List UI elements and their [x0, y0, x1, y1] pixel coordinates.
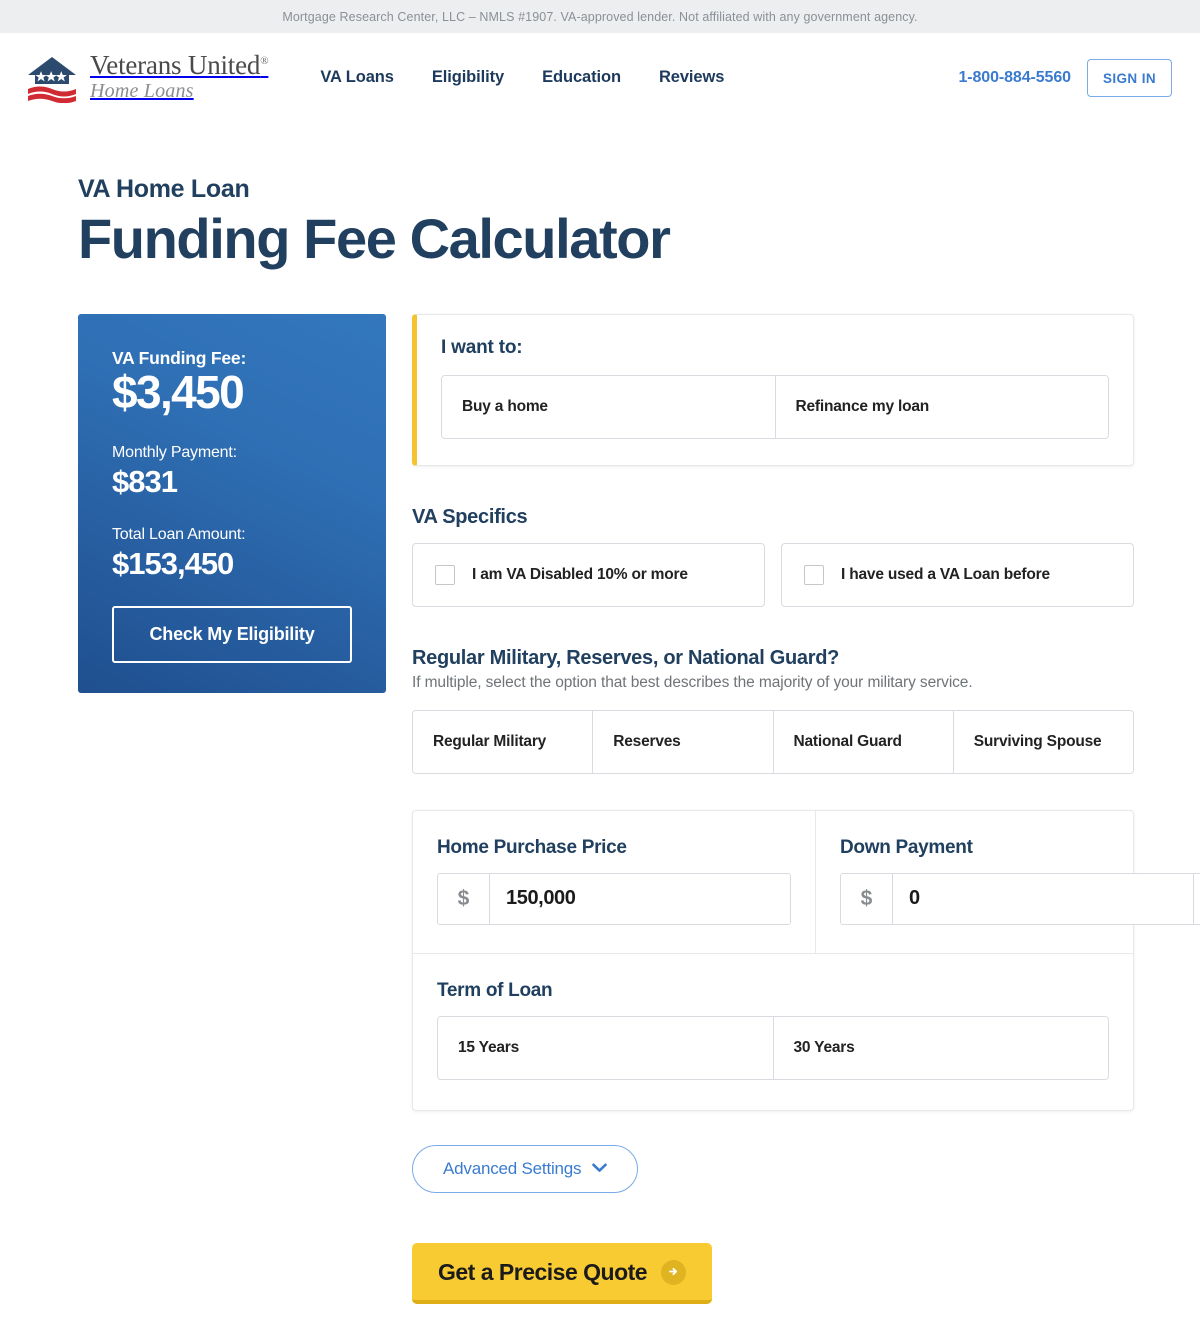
- intent-option-buy[interactable]: Buy a home: [442, 375, 776, 438]
- checkbox-icon[interactable]: [804, 564, 824, 585]
- checkbox-icon[interactable]: [435, 564, 455, 585]
- advanced-settings-label: Advanced Settings: [443, 1158, 582, 1178]
- monthly-payment-label: Monthly Payment:: [112, 444, 237, 462]
- logo-line-1: Veterans United®: [90, 50, 269, 81]
- dollar-sign-icon: $: [438, 873, 490, 924]
- header-actions: 1-800-884-5560 SIGN IN: [958, 58, 1172, 97]
- dollar-sign-icon: $: [841, 873, 893, 924]
- va-specifics-options: I am VA Disabled 10% or more I have used…: [412, 542, 1134, 607]
- term-option-30-years[interactable]: 30 Years: [773, 1016, 1108, 1079]
- nav-item-reviews[interactable]: Reviews: [659, 68, 724, 87]
- funding-fee-value: $3,450: [112, 365, 245, 418]
- checkbox-va-disabled-label: I am VA Disabled 10% or more: [472, 565, 688, 583]
- total-loan-label: Total Loan Amount:: [112, 526, 246, 544]
- site-logo[interactable]: Veterans United® Home Loans: [24, 50, 269, 103]
- cta-label: Get a Precise Quote: [438, 1258, 648, 1285]
- down-payment-label: Down Payment: [840, 836, 973, 858]
- check-my-eligibility-button[interactable]: Check My Eligibility: [112, 606, 352, 664]
- results-panel: VA Funding Fee: $3,450 Monthly Payment: …: [78, 313, 386, 694]
- checkbox-used-va-loan-label: I have used a VA Loan before: [841, 565, 1050, 583]
- down-payment-input-group: $ ▲ % ▼: [840, 872, 1200, 925]
- advanced-settings-button[interactable]: Advanced Settings: [412, 1144, 639, 1193]
- site-header: Veterans United® Home Loans VA Loans Eli…: [0, 33, 1200, 123]
- disclaimer-text: Mortgage Research Center, LLC – NMLS #19…: [282, 9, 918, 24]
- page-eyebrow: VA Home Loan: [78, 175, 250, 203]
- get-a-precise-quote-button[interactable]: Get a Precise Quote: [412, 1242, 713, 1304]
- service-type-subtitle: If multiple, select the option that best…: [412, 673, 973, 691]
- nav-item-education[interactable]: Education: [542, 68, 621, 87]
- registered-mark: ®: [260, 55, 269, 68]
- intent-option-refinance[interactable]: Refinance my loan: [775, 375, 1108, 438]
- page-title: Funding Fee Calculator: [78, 207, 671, 270]
- calculator-form: I want to: Buy a home Refinance my loan …: [412, 313, 1200, 1304]
- home-purchase-price-label: Home Purchase Price: [437, 836, 627, 858]
- nav-item-eligibility[interactable]: Eligibility: [432, 68, 504, 87]
- term-of-loan-label: Term of Loan: [437, 979, 553, 1001]
- cta-section: Get a Precise Quote: [412, 1242, 1134, 1304]
- service-option-national-guard[interactable]: National Guard: [773, 710, 954, 773]
- down-payment-percent-input[interactable]: [1193, 873, 1200, 924]
- down-payment-amount-input[interactable]: [893, 873, 1193, 924]
- intent-title: I want to:: [441, 336, 523, 358]
- nav-item-va-loans[interactable]: VA Loans: [320, 68, 394, 87]
- home-purchase-price-input[interactable]: [490, 873, 790, 924]
- service-option-regular-military[interactable]: Regular Military: [413, 710, 594, 773]
- veterans-united-house-icon: [24, 53, 80, 103]
- page-heading: VA Home Loan Funding Fee Calculator: [0, 123, 1200, 270]
- amounts-card: Home Purchase Price $ Down Payment $ ▲: [412, 809, 1200, 1111]
- home-purchase-price-input-group: $: [437, 872, 791, 925]
- chevron-down-icon: [592, 1162, 608, 1175]
- checkbox-va-disabled[interactable]: I am VA Disabled 10% or more: [412, 542, 765, 607]
- main-navigation: VA Loans Eligibility Education Reviews: [320, 68, 724, 87]
- service-option-reserves[interactable]: Reserves: [593, 710, 774, 773]
- term-of-loan-field: Term of Loan 15 Years 30 Years: [413, 952, 1133, 1110]
- down-payment-field: Down Payment $ ▲ % ▼: [816, 811, 1200, 953]
- home-purchase-price-field: Home Purchase Price $: [413, 810, 816, 953]
- service-type-options: Regular Military Reserves National Guard…: [412, 709, 1134, 774]
- intent-card: I want to: Buy a home Refinance my loan: [412, 313, 1134, 466]
- term-option-15-years[interactable]: 15 Years: [438, 1016, 774, 1079]
- sign-in-button[interactable]: SIGN IN: [1086, 58, 1172, 97]
- calculator-layout: VA Funding Fee: $3,450 Monthly Payment: …: [0, 270, 1200, 1304]
- term-of-loan-options: 15 Years 30 Years: [437, 1015, 1109, 1080]
- service-option-surviving-spouse[interactable]: Surviving Spouse: [953, 710, 1133, 773]
- logo-text: Veterans United® Home Loans: [90, 50, 269, 103]
- disclaimer-bar: Mortgage Research Center, LLC – NMLS #19…: [0, 0, 1200, 33]
- va-specifics-heading: VA Specifics: [412, 505, 528, 528]
- checkbox-used-va-loan[interactable]: I have used a VA Loan before: [781, 542, 1134, 607]
- phone-number-link[interactable]: 1-800-884-5560: [958, 69, 1071, 87]
- logo-line-2: Home Loans: [90, 79, 194, 102]
- monthly-payment-value: $831: [112, 464, 178, 500]
- total-loan-value: $153,450: [112, 546, 234, 582]
- service-type-heading: Regular Military, Reserves, or National …: [412, 646, 840, 669]
- intent-options: Buy a home Refinance my loan: [441, 374, 1109, 439]
- arrow-right-circle-icon: [661, 1259, 687, 1285]
